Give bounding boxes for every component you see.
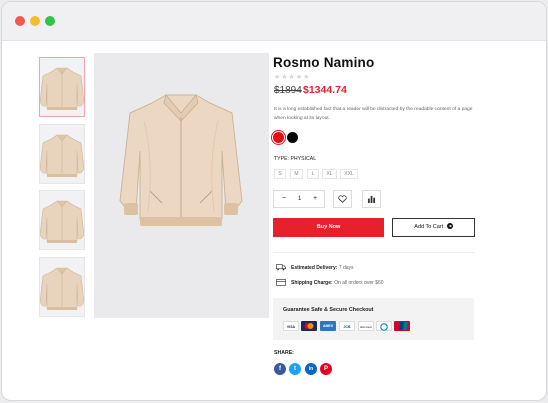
maximize-window-button[interactable] [45,16,55,26]
divider [273,252,475,253]
add-to-cart-button[interactable]: Add To Cart [392,218,475,237]
quantity-stepper: − 1 + [273,190,325,208]
share-label: SHARE: [274,350,294,356]
quantity-decrease-button[interactable]: − [282,195,286,202]
old-price: $1894 [274,85,302,96]
size-option-m[interactable]: M [290,169,303,179]
jacket-thumbnail-image [39,267,85,311]
product-description: It is a long established fact that a rea… [274,107,473,121]
compare-button[interactable] [362,190,381,208]
discover-icon: discover [358,321,374,331]
heart-icon [338,195,347,203]
jcb-icon: JCB [339,321,355,331]
add-to-cart-label: Add To Cart [414,224,444,230]
type-value: PHYSICAL [290,156,317,162]
minimize-window-button[interactable] [30,16,40,26]
jacket-thumbnail-image [39,67,85,111]
truck-icon [276,264,286,271]
facebook-share-button[interactable]: f [274,363,286,375]
color-swatch-black[interactable] [287,132,298,143]
rating-stars: ★★★★★ [274,74,311,81]
secure-checkout-box [273,298,474,340]
delivery-label: Estimated Delivery: [291,264,338,271]
sale-price: $1344.74 [303,84,347,96]
unionpay-icon [394,321,410,331]
shipping-icon [276,279,286,286]
wishlist-button[interactable] [333,190,352,208]
pinterest-share-button[interactable]: P [320,363,332,375]
diners-club-icon [376,321,392,331]
mastercard-icon [301,321,317,331]
size-option-l[interactable]: L [307,169,319,179]
size-option-xl[interactable]: XL [322,169,337,179]
product-type: TYPE: PHYSICAL [274,156,316,162]
delivery-value: 7 days [338,264,354,271]
jacket-thumbnail-image [39,200,85,244]
window-titlebar [2,2,546,41]
thumbnail-2[interactable] [39,124,85,184]
bar-chart-icon [367,195,376,203]
quantity-value[interactable]: 1 [298,196,301,202]
type-label: TYPE: [274,156,289,162]
shipping-charge: Shipping Charge: On all orders over $60 [276,279,384,286]
quantity-increase-button[interactable]: + [313,195,317,202]
charge-value: On all orders over $60 [334,279,384,286]
buy-now-button[interactable]: Buy Now [273,218,384,237]
visa-icon: VISA [283,321,299,331]
arrow-circle-icon [446,223,453,229]
close-window-button[interactable] [15,16,25,26]
secure-checkout-title: Guarantee Safe & Secure Checkout [283,307,374,313]
charge-label: Shipping Charge: [291,279,333,286]
estimated-delivery: Estimated Delivery: 7 days [276,264,354,271]
color-swatch-red[interactable] [273,132,284,143]
thumbnail-4[interactable] [39,257,85,317]
twitter-share-button[interactable]: t [289,363,301,375]
amex-icon: AMEX [320,321,336,331]
size-option-s[interactable]: S [274,169,286,179]
jacket-thumbnail-image [39,134,85,178]
thumbnail-3[interactable] [39,190,85,250]
thumbnail-1[interactable] [39,57,85,117]
linkedin-share-button[interactable]: in [305,363,317,375]
main-product-image [94,53,269,318]
product-title: Rosmo Namino [273,55,375,70]
size-option-xxl[interactable]: XXL [340,169,358,179]
